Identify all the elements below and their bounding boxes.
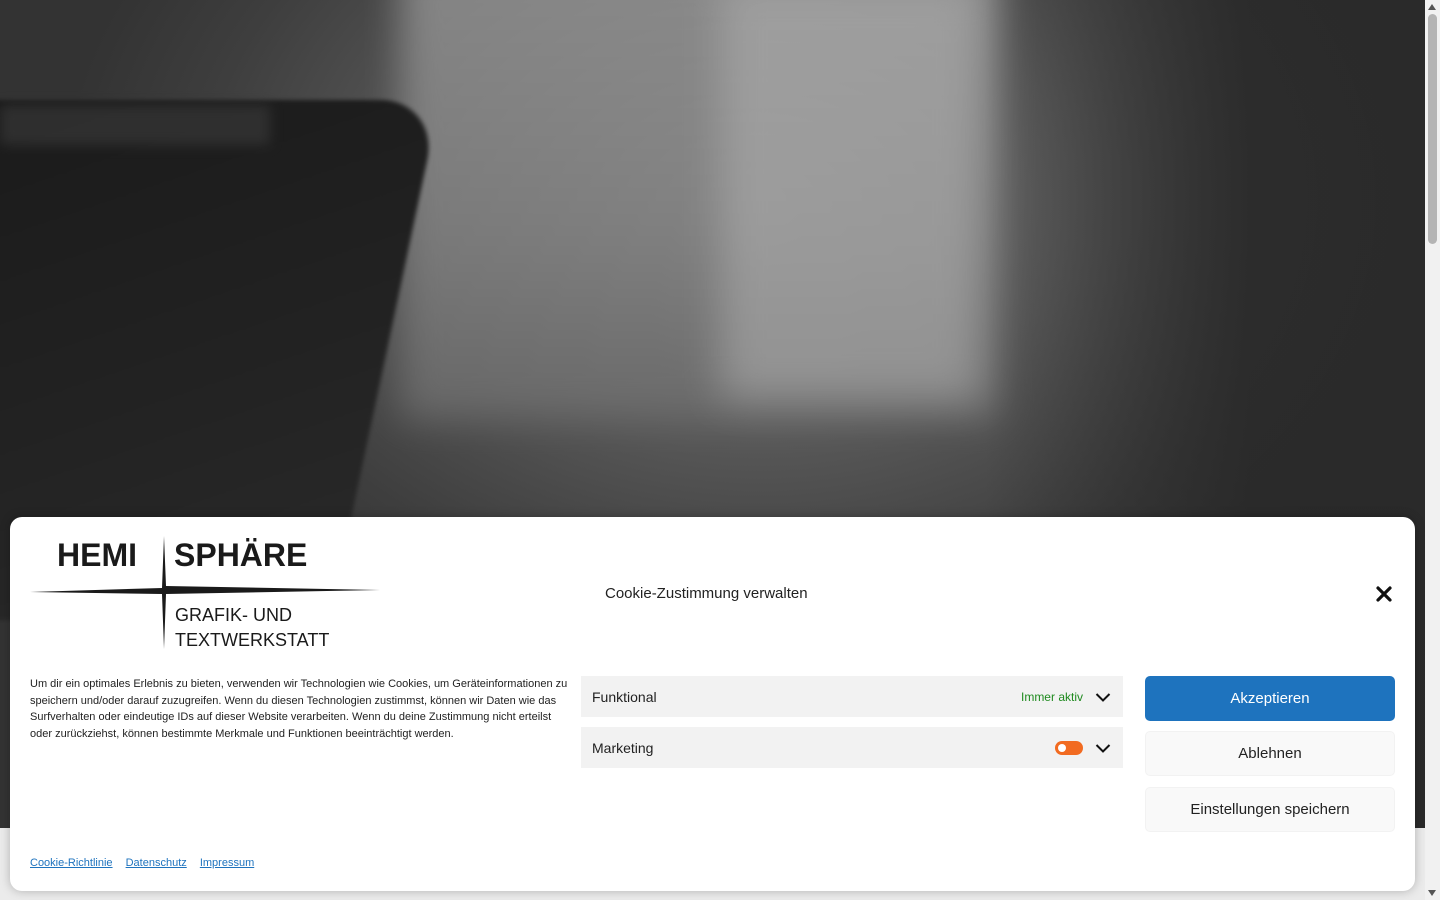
cookie-consent-banner: HEMI SPHÄRE GRAFIK- UND TEXTWERKSTATT Co… <box>10 517 1415 891</box>
legal-links: Cookie-Richtlinie Datenschutz Impressum <box>30 857 264 869</box>
consent-message: Um dir ein optimales Erlebnis zu bieten,… <box>30 678 568 740</box>
scroll-up-icon[interactable] <box>1428 4 1436 10</box>
cookie-policy-link[interactable]: Cookie-Richtlinie <box>30 857 113 869</box>
marketing-toggle[interactable] <box>1055 740 1083 755</box>
always-active-badge: Immer aktiv <box>1020 689 1083 704</box>
privacy-link[interactable]: Datenschutz <box>126 857 187 869</box>
accept-button[interactable]: Akzeptieren <box>1145 676 1395 721</box>
save-settings-button[interactable]: Einstellungen speichern <box>1145 787 1395 832</box>
logo-line2: GRAFIK- UND <box>175 605 292 625</box>
chevron-down-icon[interactable] <box>1095 740 1111 756</box>
close-icon[interactable] <box>1373 583 1395 605</box>
category-functional[interactable]: Funktional Immer aktiv <box>581 676 1123 717</box>
category-marketing-label: Marketing <box>592 739 654 756</box>
deny-button[interactable]: Ablehnen <box>1145 731 1395 776</box>
imprint-link[interactable]: Impressum <box>200 857 254 869</box>
category-marketing[interactable]: Marketing <box>581 727 1123 768</box>
category-functional-label: Funktional <box>592 688 657 705</box>
background-window-light <box>720 0 980 400</box>
scrollbar-thumb[interactable] <box>1428 14 1437 244</box>
background-laptop-edge <box>0 105 270 145</box>
scroll-down-icon[interactable] <box>1428 890 1436 896</box>
page-scrollbar[interactable] <box>1425 0 1440 900</box>
banner-title: Cookie-Zustimmung verwalten <box>605 585 808 602</box>
logo-line1-left: HEMI <box>57 537 137 573</box>
logo-line1-right: SPHÄRE <box>174 537 307 573</box>
hemisphaere-logo: HEMI SPHÄRE GRAFIK- UND TEXTWERKSTATT <box>30 536 380 650</box>
logo-line3: TEXTWERKSTATT <box>175 630 329 650</box>
chevron-down-icon[interactable] <box>1095 689 1111 705</box>
